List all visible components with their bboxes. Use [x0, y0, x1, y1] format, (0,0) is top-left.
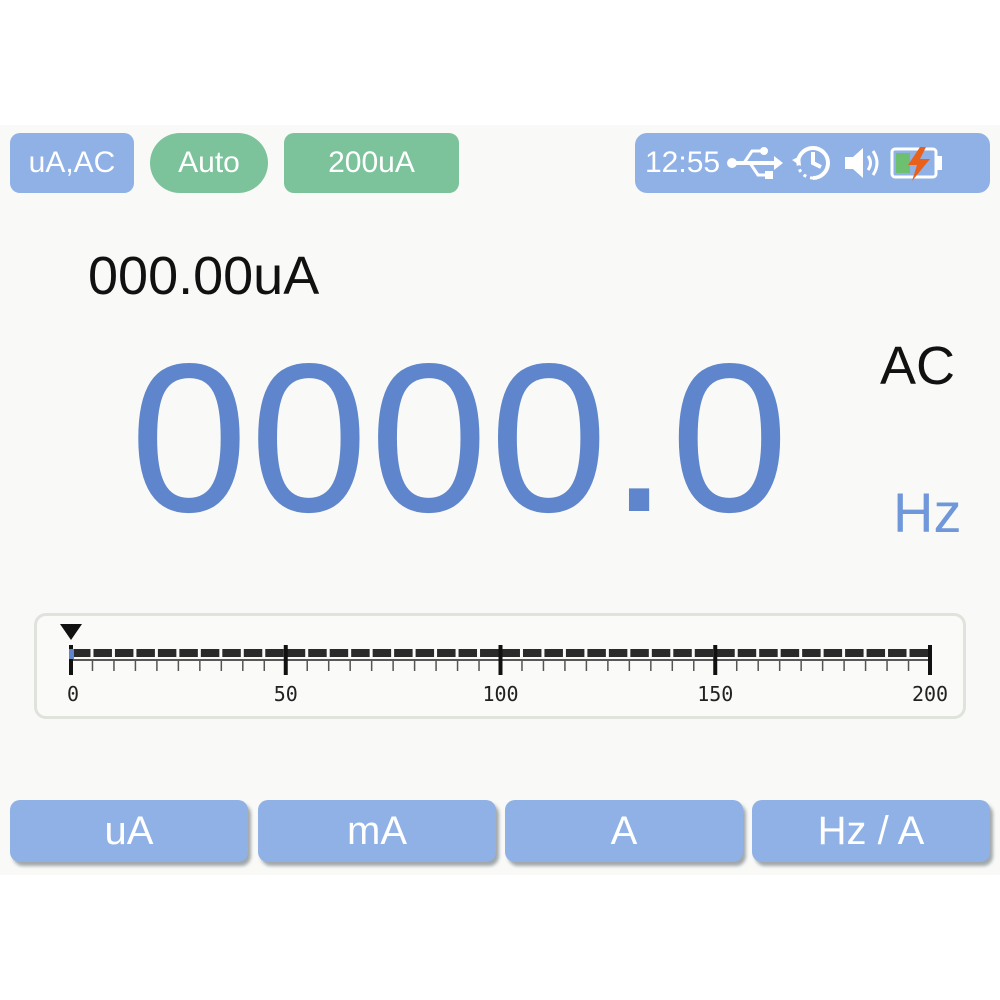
auto-range-badge: Auto	[150, 133, 268, 193]
status-bar: 12:55	[635, 133, 990, 193]
bargraph-segment	[587, 649, 606, 657]
auto-off-timer-icon	[790, 140, 836, 186]
bargraph-segment	[673, 649, 692, 657]
bargraph-segment	[93, 649, 112, 657]
bargraph-scale-label: 50	[274, 682, 298, 706]
clock-time: 12:55	[645, 146, 721, 179]
hz-a-function-button[interactable]: Hz / A	[752, 800, 990, 862]
range-badge: 200uA	[284, 133, 459, 193]
bargraph-segment	[308, 649, 327, 657]
bargraph-segment	[866, 649, 886, 657]
bargraph-segment	[888, 649, 907, 657]
bargraph-fill	[69, 649, 74, 659]
bargraph-segment	[265, 649, 284, 657]
bargraph-segment	[114, 649, 134, 657]
bargraph-segment	[694, 649, 714, 657]
coupling-label: AC	[880, 336, 956, 396]
bargraph-scale-label: 200	[912, 682, 948, 706]
usb-icon	[726, 143, 784, 183]
speaker-icon	[842, 143, 884, 183]
bargraph-segment	[458, 649, 478, 657]
bargraph-segment	[136, 649, 155, 657]
bargraph-scale-label: 150	[697, 682, 733, 706]
battery-charging-icon	[890, 143, 944, 183]
bargraph-segment	[909, 649, 928, 657]
bargraph-segment	[243, 649, 263, 657]
ma-function-button[interactable]: mA	[258, 800, 496, 862]
a-function-button[interactable]: A	[505, 800, 743, 862]
bargraph-segment	[565, 649, 585, 657]
bargraph-segment	[651, 649, 671, 657]
bargraph-segment	[501, 649, 520, 657]
bargraph-segment	[737, 649, 757, 657]
bargraph-segment	[544, 649, 563, 657]
bargraph-segment	[823, 649, 843, 657]
bargraph-segment	[522, 649, 542, 657]
bargraph-segment	[372, 649, 392, 657]
bargraph-segment	[286, 649, 306, 657]
bargraph-scale: 0 50 100 150 200	[60, 624, 948, 706]
secondary-reading: 000.00uA	[88, 246, 320, 306]
bargraph-segment	[759, 649, 778, 657]
bargraph-segment	[157, 649, 177, 657]
bargraph-scale-label: 0	[67, 682, 79, 706]
bargraph-segment	[222, 649, 241, 657]
multimeter-screen: uA,AC Auto 200uA 12:55 000.00uA 0000.0 A…	[0, 125, 1000, 875]
bargraph-segment	[72, 649, 91, 657]
bargraph-segment	[845, 649, 864, 657]
bargraph-segment	[200, 649, 220, 657]
bargraph-segment	[630, 649, 649, 657]
mode-badge: uA,AC	[10, 133, 134, 193]
bargraph-segment	[415, 649, 435, 657]
unit-label: Hz	[893, 481, 962, 544]
main-reading: 0000.0	[130, 319, 791, 556]
bargraph-segment	[480, 649, 499, 657]
bargraph-pointer-icon	[60, 624, 82, 640]
ua-function-button[interactable]: uA	[10, 800, 248, 862]
bargraph-segment	[780, 649, 800, 657]
bargraph-segment	[437, 649, 456, 657]
bargraph-segment	[351, 649, 370, 657]
bargraph-segment	[716, 649, 735, 657]
bargraph-segment	[179, 649, 198, 657]
analog-bargraph: 0 50 100 150 200	[34, 613, 966, 719]
bargraph-segment	[329, 649, 349, 657]
bargraph-segment	[802, 649, 821, 657]
bargraph-scale-label: 100	[482, 682, 518, 706]
bargraph-segment	[394, 649, 413, 657]
bargraph-segment	[608, 649, 628, 657]
